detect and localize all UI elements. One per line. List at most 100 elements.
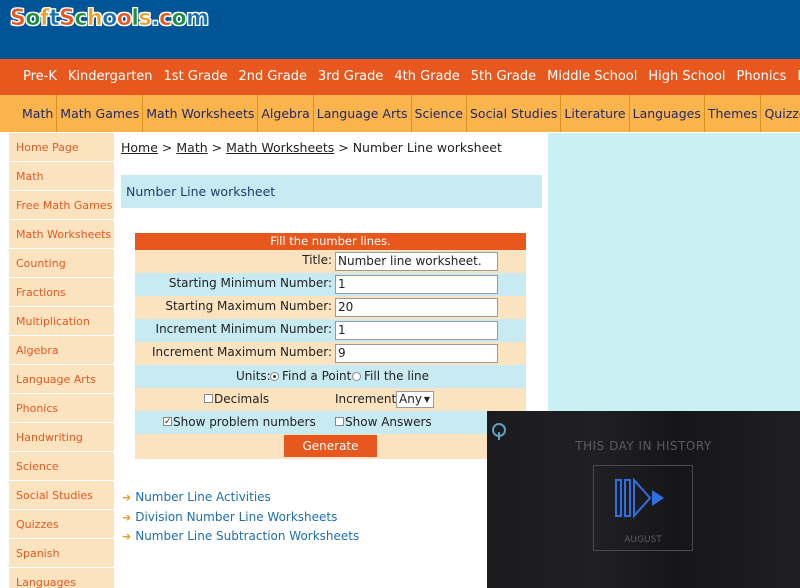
sidebar-item[interactable]: Social Studies <box>9 481 114 510</box>
primary-nav-item[interactable]: Kindergarten <box>68 59 153 95</box>
related-link-row: ➜ Number Line Activities <box>122 488 359 508</box>
units-label: Units: <box>236 369 271 383</box>
primary-nav-item[interactable]: 5th Grade <box>471 59 536 95</box>
primary-nav-item[interactable]: 3rd Grade <box>318 59 383 95</box>
breadcrumb-separator: > <box>211 140 223 155</box>
decimals-checkbox[interactable] <box>204 394 213 403</box>
sidebar-item[interactable]: Quizzes <box>9 510 114 539</box>
show-numbers-checkbox[interactable]: ✓ <box>163 417 172 427</box>
primary-nav-item[interactable]: 4th Grade <box>394 59 459 95</box>
units-find-point-label: Find a Point <box>282 369 352 383</box>
video-player[interactable]: THIS DAY IN HISTORY AUGUST <box>487 411 800 588</box>
increment-select-value: Any <box>399 392 422 406</box>
start-min-label: Starting Minimum Number: <box>168 276 332 290</box>
decimals-label: Decimals <box>214 392 270 406</box>
sidebar-item[interactable]: Free Math Games <box>9 191 114 220</box>
breadcrumb-home-link[interactable]: Home <box>121 140 158 155</box>
inc-max-input[interactable]: 9 <box>335 344 498 363</box>
sidebar-item[interactable]: Fractions <box>9 278 114 307</box>
form-header: Fill the number lines. <box>135 233 526 250</box>
units-find-point-radio[interactable] <box>270 372 279 381</box>
page-title: Number Line worksheet <box>121 175 542 208</box>
related-link[interactable]: Division Number Line Worksheets <box>135 510 337 524</box>
sidebar-item[interactable]: Spanish <box>9 539 114 568</box>
secondary-nav-item[interactable]: Math Worksheets <box>143 95 259 132</box>
secondary-nav-item[interactable]: Themes <box>705 95 762 132</box>
sidebar-item[interactable]: Counting <box>9 249 114 278</box>
history-logo-icon <box>492 423 506 440</box>
show-answers-checkbox[interactable] <box>335 417 344 426</box>
related-link[interactable]: Number Line Subtraction Worksheets <box>135 529 359 543</box>
secondary-nav-item[interactable]: Algebra <box>258 95 314 132</box>
breadcrumb-current: Number Line worksheet <box>352 140 502 155</box>
sidebar-item[interactable]: Algebra <box>9 336 114 365</box>
secondary-nav: Math Math Games Math Worksheets Algebra Lang… <box>0 95 800 132</box>
logo-letter: o <box>171 6 187 32</box>
title-row: Title: Number line worksheet. <box>135 250 526 273</box>
logo-letter: o <box>102 6 118 32</box>
units-row: Units: Find a Point Fill the line <box>135 365 526 388</box>
breadcrumb: Home > Math > Math Worksheets > Number L… <box>121 140 502 155</box>
arrow-right-icon: ➜ <box>122 510 132 524</box>
increment-label: Increment: <box>335 392 401 406</box>
play-icon[interactable] <box>594 466 694 536</box>
primary-nav-item[interactable]: 2nd Grade <box>238 59 307 95</box>
related-link-row: ➜ Division Number Line Worksheets <box>122 508 359 528</box>
video-month: AUGUST <box>624 535 662 545</box>
inc-max-row: Increment Maximum Number: 9 <box>135 342 526 365</box>
secondary-nav-item[interactable]: Language Arts <box>314 95 412 132</box>
primary-nav-item[interactable]: 1st Grade <box>164 59 228 95</box>
sidebar-item[interactable]: Home Page <box>9 133 114 162</box>
primary-nav-item[interactable]: Pre-K <box>23 59 57 95</box>
secondary-nav-item[interactable]: Quizzes <box>761 95 800 132</box>
inc-min-label: Increment Minimum Number: <box>155 322 332 336</box>
logo-letter: t <box>49 6 60 32</box>
sidebar-item[interactable]: Multiplication <box>9 307 114 336</box>
secondary-nav-item[interactable]: Science <box>412 95 467 132</box>
secondary-nav-item[interactable]: Math <box>19 95 58 132</box>
sidebar-item[interactable]: Math Worksheets <box>9 220 114 249</box>
start-max-input[interactable]: 20 <box>335 298 498 317</box>
dropdown-arrow-icon: ▼ <box>423 395 430 404</box>
related-link[interactable]: Number Line Activities <box>135 490 271 504</box>
increment-select[interactable]: Any ▼ <box>396 391 434 408</box>
breadcrumb-math-link[interactable]: Math <box>176 140 207 155</box>
inc-min-input[interactable]: 1 <box>335 321 498 340</box>
worksheet-form: Fill the number lines. Title: Number lin… <box>135 233 526 459</box>
primary-nav-item[interactable]: High School <box>648 59 725 95</box>
site-logo[interactable]: SoftSchools.com <box>10 6 210 32</box>
logo-letter: m <box>186 6 210 32</box>
show-numbers-label: Show problem numbers <box>173 415 316 429</box>
logo-letter: o <box>116 6 133 32</box>
primary-nav-item[interactable]: Phonics <box>737 59 787 95</box>
secondary-nav-item[interactable]: Math Games <box>57 95 144 132</box>
start-min-input[interactable]: 1 <box>335 275 498 294</box>
primary-nav: Pre-K Kindergarten 1st Grade 2nd Grade 3rd G… <box>0 59 800 95</box>
video-title: THIS DAY IN HISTORY <box>575 439 712 453</box>
logo-letter: S <box>59 6 75 32</box>
sidebar-item[interactable]: Handwriting <box>9 423 114 452</box>
sidebar-item[interactable]: Language Arts <box>9 365 114 394</box>
sidebar-item[interactable]: Phonics <box>9 394 114 423</box>
units-fill-line-radio[interactable] <box>352 372 361 381</box>
decimals-row: Decimals Increment: Any ▼ <box>135 388 526 411</box>
secondary-nav-item[interactable]: Literature <box>561 95 630 132</box>
logo-letter: s <box>138 6 152 32</box>
arrow-right-icon: ➜ <box>122 530 132 543</box>
logo-letter: c <box>158 6 173 32</box>
related-links: ➜ Number Line Activities ➜ Division Number … <box>122 488 359 547</box>
sidebar-item[interactable]: Science <box>9 452 114 481</box>
generate-button[interactable]: Generate <box>284 435 377 457</box>
breadcrumb-separator: > <box>338 140 349 155</box>
show-options-row: ✓ Show problem numbers Show Answers <box>135 411 526 434</box>
primary-nav-item[interactable]: Middle School <box>547 59 637 95</box>
start-max-row: Starting Maximum Number: 20 <box>135 296 526 319</box>
secondary-nav-item[interactable]: Social Studies <box>467 95 562 132</box>
secondary-nav-item[interactable]: Languages <box>630 95 705 132</box>
sidebar-item[interactable]: Math <box>9 162 114 191</box>
logo-letter: f <box>39 6 50 32</box>
breadcrumb-worksheets-link[interactable]: Math Worksheets <box>226 140 334 155</box>
sidebar-item[interactable]: Languages <box>9 568 114 588</box>
site-header: SoftSchools.com <box>0 0 800 59</box>
title-input[interactable]: Number line worksheet. <box>335 252 498 271</box>
